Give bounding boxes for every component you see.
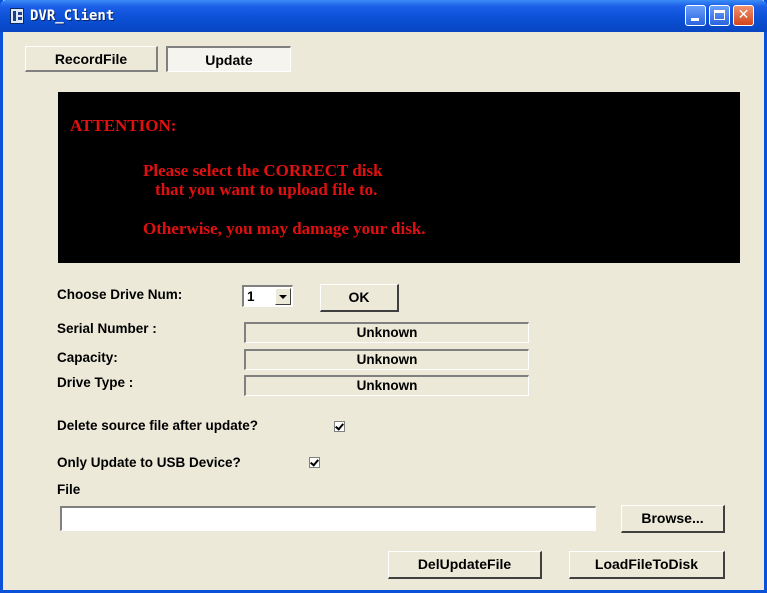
drive-num-select[interactable]: 1 [242,285,293,307]
load-file-to-disk-button[interactable]: LoadFileToDisk [569,551,725,579]
delete-source-checkbox[interactable] [334,421,345,432]
capacity-field: Unknown [244,349,529,370]
ok-button[interactable]: OK [320,284,399,312]
delete-source-label: Delete source file after update? [57,418,259,433]
del-update-file-button[interactable]: DelUpdateFile [388,551,542,579]
serial-number-label: Serial Number : [57,321,157,336]
usb-only-checkbox[interactable] [309,457,320,468]
app-window: DVR_Client ✕ RecordFile Update ATTENTION… [0,0,767,593]
tab-update[interactable]: Update [166,46,291,72]
chevron-down-icon[interactable] [275,288,291,305]
file-path-input[interactable] [60,506,596,531]
attention-line-2: that you want to upload file to. [155,180,378,199]
attention-panel: ATTENTION: Please select the CORRECT dis… [58,92,740,263]
drive-type-label: Drive Type : [57,375,134,390]
app-icon [10,8,24,24]
capacity-label: Capacity: [57,350,118,365]
close-icon[interactable]: ✕ [733,5,754,26]
serial-number-field: Unknown [244,322,529,343]
attention-line-3: Otherwise, you may damage your disk. [143,219,426,238]
usb-only-label: Only Update to USB Device? [57,455,241,470]
drive-type-field: Unknown [244,375,529,396]
title-bar[interactable]: DVR_Client ✕ [0,0,767,32]
drive-num-value: 1 [247,289,255,304]
browse-button[interactable]: Browse... [621,505,725,533]
maximize-icon[interactable] [709,5,730,26]
window-title: DVR_Client [30,8,115,24]
tab-recordfile[interactable]: RecordFile [25,46,158,72]
attention-title: ATTENTION: [70,116,177,135]
file-label: File [57,482,81,497]
minimize-icon[interactable] [685,5,706,26]
attention-line-1: Please select the CORRECT disk [143,161,383,180]
drive-num-label: Choose Drive Num: [57,287,183,302]
